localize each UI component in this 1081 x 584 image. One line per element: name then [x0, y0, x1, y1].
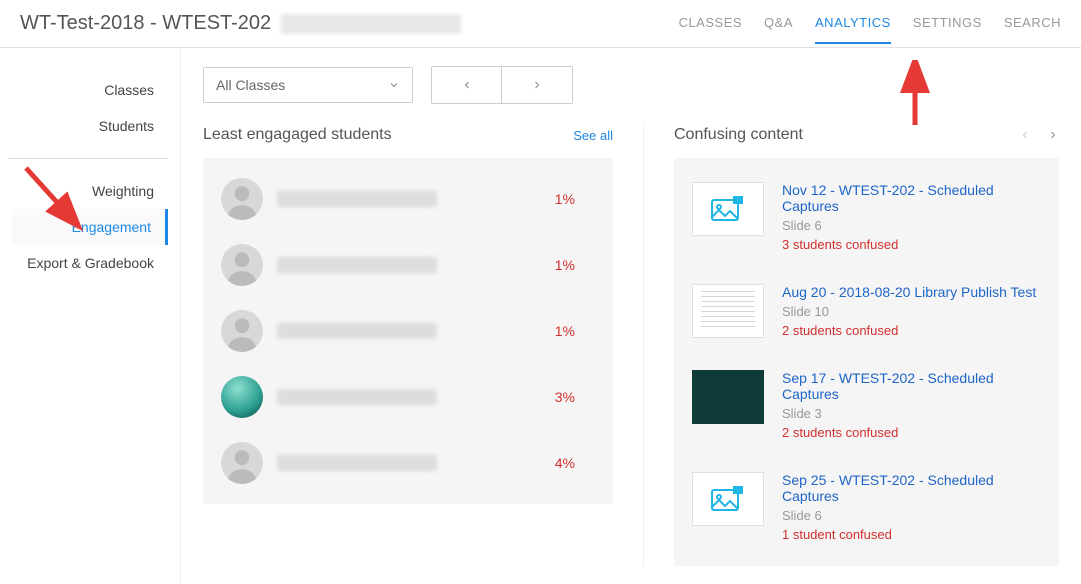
- pager: [431, 66, 573, 104]
- nav-qa[interactable]: Q&A: [764, 15, 793, 44]
- sidebar-item-engagement[interactable]: Engagement: [12, 209, 168, 245]
- nav-classes[interactable]: CLASSES: [679, 15, 742, 44]
- see-all-link[interactable]: See all: [573, 128, 613, 143]
- content-title-link[interactable]: Aug 20 - 2018-08-20 Library Publish Test: [782, 284, 1036, 300]
- content-info: Aug 20 - 2018-08-20 Library Publish Test…: [782, 284, 1036, 338]
- chevron-left-icon[interactable]: [1019, 129, 1031, 141]
- nav-settings[interactable]: SETTINGS: [913, 15, 982, 44]
- container: Classes Students Weighting Engagement Ex…: [0, 48, 1081, 584]
- student-row[interactable]: 4%: [207, 430, 609, 496]
- content-thumb: [692, 284, 764, 338]
- student-row[interactable]: 1%: [207, 166, 609, 232]
- avatar: [221, 376, 263, 418]
- pager-next-button[interactable]: [502, 67, 572, 103]
- content-row[interactable]: Sep 17 - WTEST-202 - Scheduled Captures …: [678, 354, 1055, 456]
- confusing-content-column: Confusing content Nov 12 - WTEST-202 - S…: [643, 126, 1059, 566]
- topnav: CLASSES Q&A ANALYTICS SETTINGS SEARCH: [679, 15, 1061, 32]
- student-percent: 1%: [525, 191, 575, 207]
- confusing-content-title: Confusing content: [674, 126, 803, 144]
- title-redacted: [281, 14, 461, 34]
- content-confused: 1 student confused: [782, 527, 1041, 542]
- topbar: WT-Test-2018 - WTEST-202 CLASSES Q&A ANA…: [0, 0, 1081, 48]
- student-name-redacted: [277, 455, 437, 471]
- content-confused: 2 students confused: [782, 323, 1036, 338]
- content-confused: 2 students confused: [782, 425, 1041, 440]
- content-thumb: [692, 182, 764, 236]
- chevron-down-icon: [388, 79, 400, 91]
- student-percent: 1%: [525, 323, 575, 339]
- content-confused: 3 students confused: [782, 237, 1041, 252]
- avatar: [221, 442, 263, 484]
- least-engaged-panel: 1% 1% 1% 3%: [203, 158, 613, 504]
- least-engaged-title: Least engagaged students: [203, 126, 392, 144]
- sidebar: Classes Students Weighting Engagement Ex…: [0, 48, 180, 584]
- confusing-content-panel: Nov 12 - WTEST-202 - Scheduled Captures …: [674, 158, 1059, 566]
- content-thumb: [692, 370, 764, 424]
- confusing-content-head: Confusing content: [674, 126, 1059, 144]
- avatar: [221, 310, 263, 352]
- title-area: WT-Test-2018 - WTEST-202: [20, 12, 461, 35]
- content-title-link[interactable]: Sep 25 - WTEST-202 - Scheduled Captures: [782, 472, 1041, 504]
- content-info: Nov 12 - WTEST-202 - Scheduled Captures …: [782, 182, 1041, 252]
- nav-search[interactable]: SEARCH: [1004, 15, 1061, 44]
- avatar: [221, 244, 263, 286]
- least-engaged-column: Least engagaged students See all 1% 1%: [203, 126, 613, 566]
- columns: Least engagaged students See all 1% 1%: [203, 126, 1059, 566]
- student-name-redacted: [277, 323, 437, 339]
- content-slide: Slide 3: [782, 406, 1041, 421]
- student-row[interactable]: 1%: [207, 232, 609, 298]
- nav-analytics[interactable]: ANALYTICS: [815, 15, 891, 44]
- content-title-link[interactable]: Sep 17 - WTEST-202 - Scheduled Captures: [782, 370, 1041, 402]
- student-row[interactable]: 3%: [207, 364, 609, 430]
- sidebar-item-export[interactable]: Export & Gradebook: [12, 245, 168, 281]
- avatar: [221, 178, 263, 220]
- media-icon: [711, 485, 745, 513]
- page-title: WT-Test-2018 - WTEST-202: [20, 12, 271, 35]
- content-info: Sep 25 - WTEST-202 - Scheduled Captures …: [782, 472, 1041, 542]
- sidebar-item-classes[interactable]: Classes: [12, 72, 168, 108]
- student-row[interactable]: 1%: [207, 298, 609, 364]
- content-slide: Slide 6: [782, 218, 1041, 233]
- content-info: Sep 17 - WTEST-202 - Scheduled Captures …: [782, 370, 1041, 440]
- content-thumb: [692, 472, 764, 526]
- chevron-right-icon[interactable]: [1047, 129, 1059, 141]
- class-selector-label: All Classes: [216, 77, 285, 93]
- pager-prev-button[interactable]: [432, 67, 502, 103]
- sidebar-item-students[interactable]: Students: [12, 108, 168, 144]
- controls: All Classes: [203, 66, 1059, 104]
- content-row[interactable]: Aug 20 - 2018-08-20 Library Publish Test…: [678, 268, 1055, 354]
- class-selector[interactable]: All Classes: [203, 67, 413, 103]
- sidebar-divider: [8, 158, 168, 159]
- student-percent: 3%: [525, 389, 575, 405]
- chevron-left-icon: [461, 79, 473, 91]
- chevron-right-icon: [531, 79, 543, 91]
- media-icon: [711, 195, 745, 223]
- sidebar-item-weighting[interactable]: Weighting: [12, 173, 168, 209]
- content-row[interactable]: Nov 12 - WTEST-202 - Scheduled Captures …: [678, 166, 1055, 268]
- content-slide: Slide 10: [782, 304, 1036, 319]
- student-name-redacted: [277, 389, 437, 405]
- student-name-redacted: [277, 191, 437, 207]
- student-name-redacted: [277, 257, 437, 273]
- content-row[interactable]: Sep 25 - WTEST-202 - Scheduled Captures …: [678, 456, 1055, 558]
- student-percent: 1%: [525, 257, 575, 273]
- content-title-link[interactable]: Nov 12 - WTEST-202 - Scheduled Captures: [782, 182, 1041, 214]
- main: All Classes Least engagaged students See…: [180, 48, 1081, 584]
- student-percent: 4%: [525, 455, 575, 471]
- confusing-content-nav: [1019, 129, 1059, 141]
- least-engaged-head: Least engagaged students See all: [203, 126, 613, 144]
